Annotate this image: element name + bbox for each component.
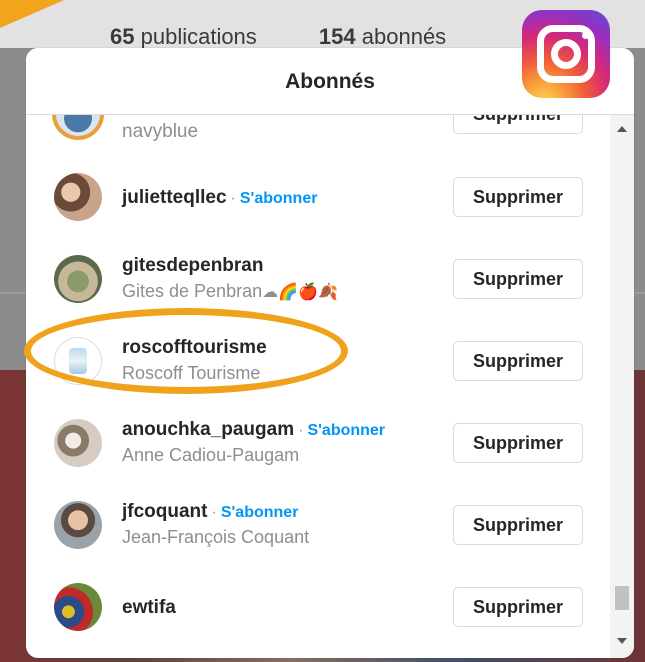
scroll-up-arrow-icon[interactable] <box>617 126 627 132</box>
highlight-annotation-ellipse <box>24 308 348 394</box>
avatar[interactable] <box>54 583 102 631</box>
follower-username[interactable]: jfcoquant <box>122 501 208 522</box>
follow-link[interactable]: S'abonner <box>221 504 299 521</box>
follower-text: ewtifa <box>122 596 452 620</box>
remove-follower-button[interactable]: Supprimer <box>453 259 583 299</box>
stat-followers: 154 abonnés <box>318 24 447 49</box>
follower-username[interactable]: julietteqllec <box>122 187 227 208</box>
follower-row: navyblue Supprimer <box>26 114 610 156</box>
follower-text: jfcoquant · S'abonner Jean-François Coquan… <box>122 500 452 550</box>
follower-text: gitesdepenbran Gites de Penbran☁🌈🍎🍂 <box>122 254 452 305</box>
follower-username[interactable]: gitesdepenbran <box>122 254 452 278</box>
scrollbar[interactable] <box>610 114 634 658</box>
follower-row: jfcoquant · S'abonner Jean-François Coquan… <box>26 484 610 566</box>
avatar[interactable] <box>54 173 102 221</box>
follower-username[interactable]: anouchka_paugam <box>122 419 294 440</box>
stat-publications: 65 publications <box>110 24 257 49</box>
remove-follower-button[interactable]: Supprimer <box>453 505 583 545</box>
avatar[interactable] <box>52 114 104 140</box>
follower-text: julietteqllec · S'abonner <box>122 186 452 210</box>
modal-title: Abonnés <box>285 70 375 93</box>
follower-text: navyblue <box>122 120 452 144</box>
scroll-down-arrow-icon[interactable] <box>617 638 627 644</box>
remove-follower-button[interactable]: Supprimer <box>453 114 583 134</box>
remove-follower-button[interactable]: Supprimer <box>453 341 583 381</box>
instagram-logo-icon <box>522 10 610 98</box>
remove-follower-button[interactable]: Supprimer <box>453 423 583 463</box>
corner-accent-shape <box>0 0 64 28</box>
follower-row: gitesdepenbran Gites de Penbran☁🌈🍎🍂 Supp… <box>26 238 610 320</box>
follower-row: julietteqllec · S'abonner Supprimer <box>26 156 610 238</box>
follower-username[interactable]: navyblue <box>122 121 198 142</box>
follower-text: anouchka_paugam · S'abonner Anne Cadiou-Pa… <box>122 418 452 468</box>
follower-fullname: Anne Cadiou-Paugam <box>122 445 300 465</box>
separator-dot: · <box>298 422 304 439</box>
profile-stats: 65 publications 154 abonnés <box>110 24 502 50</box>
remove-follower-button[interactable]: Supprimer <box>453 587 583 627</box>
follower-row: anouchka_paugam · S'abonner Anne Cadiou-Pa… <box>26 402 610 484</box>
follow-link[interactable]: S'abonner <box>307 422 385 439</box>
scroll-thumb[interactable] <box>615 586 629 610</box>
avatar[interactable] <box>54 419 102 467</box>
avatar[interactable] <box>54 501 102 549</box>
follow-link[interactable]: S'abonner <box>240 190 318 207</box>
follower-row: ewtifa Supprimer <box>26 566 610 648</box>
follower-username[interactable]: ewtifa <box>122 597 176 618</box>
follower-fullname: Jean-François Coquant <box>122 527 310 547</box>
remove-follower-button[interactable]: Supprimer <box>453 177 583 217</box>
separator-dot: · <box>211 504 217 521</box>
separator-dot: · <box>230 190 236 207</box>
emoji-decorations: ☁🌈🍎🍂 <box>262 282 338 301</box>
follower-fullname: Gites de Penbran☁🌈🍎🍂 <box>122 281 338 301</box>
avatar[interactable] <box>54 255 102 303</box>
